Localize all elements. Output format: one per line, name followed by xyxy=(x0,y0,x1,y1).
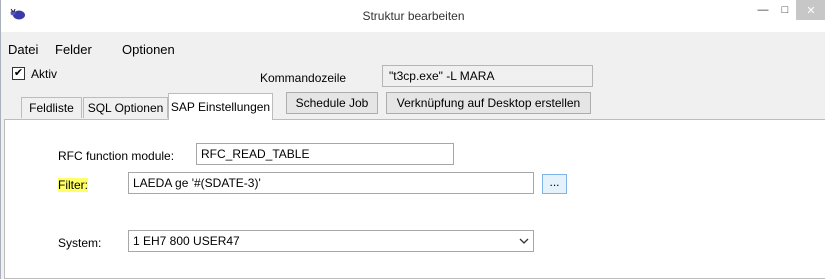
menu-datei[interactable]: Datei xyxy=(8,42,38,57)
window-title: Struktur bearbeiten xyxy=(362,9,465,23)
main-window: Struktur bearbeiten — □ ✕ Datei Felder O… xyxy=(0,0,825,279)
menu-bar: Datei Felder Optionen xyxy=(1,32,825,58)
system-select[interactable]: 1 EH7 800 USER47 xyxy=(128,230,534,252)
filter-input[interactable]: LAEDA ge '#(SDATE-3)' xyxy=(128,172,534,194)
command-line-label: Kommandozeile xyxy=(260,71,347,85)
aktiv-checkbox[interactable]: ✔ xyxy=(12,67,25,80)
close-icon[interactable]: ✕ xyxy=(796,0,825,20)
menu-felder[interactable]: Felder xyxy=(55,42,92,57)
chevron-down-icon xyxy=(519,238,529,244)
rfc-function-input[interactable]: RFC_READ_TABLE xyxy=(196,143,454,165)
tab-feldliste[interactable]: Feldliste xyxy=(21,97,82,118)
system-label: System: xyxy=(58,236,102,250)
desktop-link-button[interactable]: Verknüpfung auf Desktop erstellen xyxy=(386,92,591,114)
rfc-function-label: RFC function module: xyxy=(58,149,175,163)
window-controls: — □ ✕ xyxy=(752,0,825,22)
aktiv-label: Aktiv xyxy=(31,67,58,81)
menu-optionen[interactable]: Optionen xyxy=(122,42,175,57)
tab-sql-optionen[interactable]: SQL Optionen xyxy=(83,97,168,118)
minimize-icon[interactable]: — xyxy=(752,0,774,20)
filter-label: Filter: xyxy=(58,178,88,192)
title-bar[interactable]: Struktur bearbeiten — □ ✕ xyxy=(1,0,825,32)
system-select-value: 1 EH7 800 USER47 xyxy=(133,234,240,248)
schedule-job-button[interactable]: Schedule Job xyxy=(286,92,378,114)
tab-sap-einstellungen[interactable]: SAP Einstellungen xyxy=(168,93,273,120)
browse-button[interactable]: ... xyxy=(542,174,567,194)
command-line-field[interactable]: "t3cp.exe" -L MARA xyxy=(382,65,593,87)
maximize-icon[interactable]: □ xyxy=(774,0,796,20)
